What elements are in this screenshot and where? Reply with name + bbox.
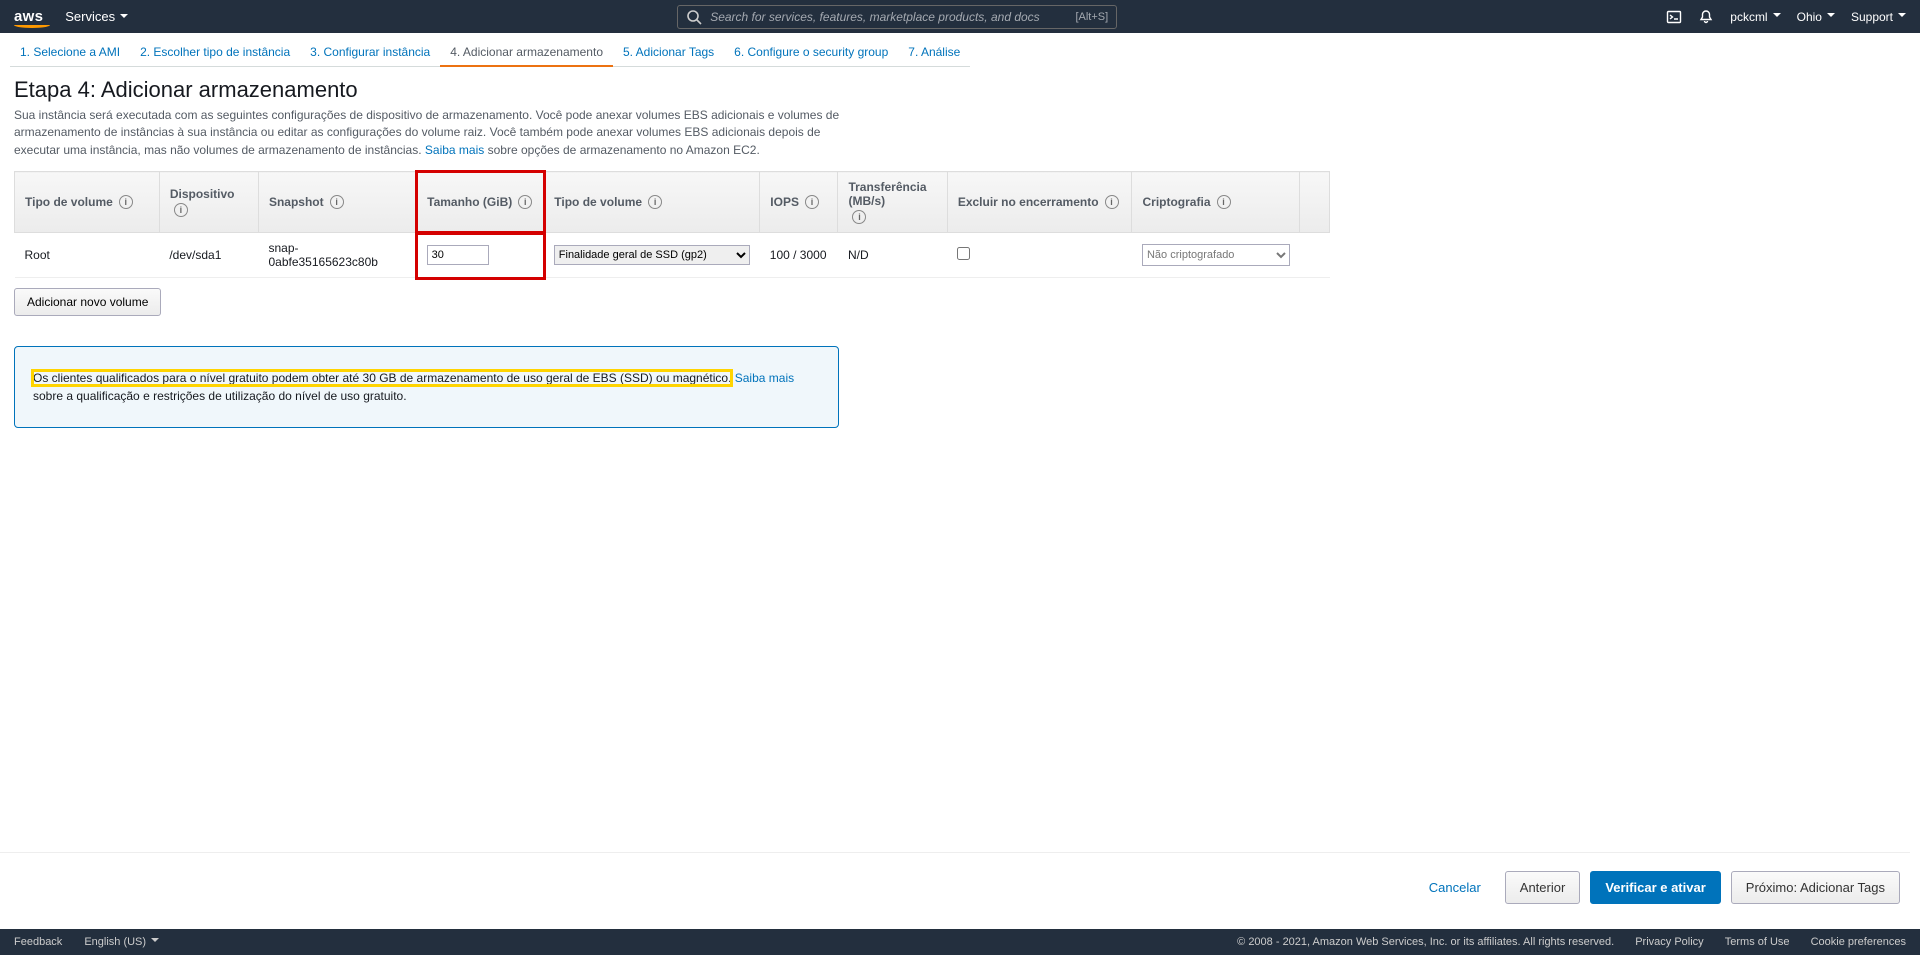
account-menu[interactable]: pckcml [1730,10,1780,24]
free-tier-notice: Os clientes qualificados para o nível gr… [14,346,839,428]
col-delete-on-term: Excluir no encerramento [958,195,1099,209]
cloudshell-icon[interactable] [1666,9,1682,25]
services-menu[interactable]: Services [65,9,128,24]
bottom-bar: Feedback English (US) © 2008 - 2021, Ama… [0,929,1920,955]
step-3[interactable]: 3. Configurar instância [300,39,440,67]
info-icon[interactable]: i [119,195,133,209]
info-icon[interactable]: i [805,195,819,209]
cookies-link[interactable]: Cookie preferences [1811,936,1906,948]
search-input[interactable] [710,10,1067,24]
col-throughput: Transferência (MB/s) [848,180,936,208]
language-menu[interactable]: English (US) [84,936,159,948]
wizard-footer: Cancelar Anterior Verificar e ativar Pró… [0,852,1910,922]
info-icon[interactable]: i [852,210,866,224]
notifications-icon[interactable] [1698,9,1714,25]
info-icon[interactable]: i [648,195,662,209]
copyright-text: © 2008 - 2021, Amazon Web Services, Inc.… [1237,936,1614,948]
volume-type-select[interactable]: Finalidade geral de SSD (gp2) [554,245,750,265]
global-search[interactable]: [Alt+S] [677,5,1117,29]
col-iops: IOPS [770,195,799,209]
terms-link[interactable]: Terms of Use [1725,936,1790,948]
step-2[interactable]: 2. Escolher tipo de instância [130,39,300,67]
storage-table: Tipo de volume i Dispositivo i Snapshot i T… [14,171,1330,278]
table-row: Root /dev/sda1 snap-0abfe35165623c80b Fi… [15,233,1330,278]
step-6[interactable]: 6. Configure o security group [724,39,898,67]
delete-on-termination-checkbox[interactable] [957,247,970,260]
info-icon[interactable]: i [1105,195,1119,209]
col-volume-type: Tipo de volume [25,195,113,209]
top-nav: aws Services [Alt+S] pckcml Ohio Support [0,0,1920,33]
cell-throughput: N/D [838,233,947,278]
info-icon[interactable]: i [1217,195,1231,209]
learn-more-link[interactable]: Saiba mais [425,143,484,157]
step-4[interactable]: 4. Adicionar armazenamento [440,39,613,67]
review-launch-button[interactable]: Verificar e ativar [1590,871,1720,904]
privacy-link[interactable]: Privacy Policy [1635,936,1703,948]
notice-rest: sobre a qualificação e restrições de uti… [33,389,407,403]
info-icon[interactable]: i [174,203,188,217]
col-encryption: Criptografia [1142,195,1210,209]
col-voltype2: Tipo de volume [554,195,642,209]
cancel-button[interactable]: Cancelar [1415,872,1495,903]
notice-highlight: Os clientes qualificados para o nível gr… [33,371,731,385]
step-5[interactable]: 5. Adicionar Tags [613,39,724,67]
add-volume-button[interactable]: Adicionar novo volume [14,288,161,316]
size-input[interactable] [427,245,489,265]
notice-learn-more-link[interactable]: Saiba mais [735,371,794,385]
info-icon[interactable]: i [518,195,532,209]
search-icon [686,9,702,25]
cell-snapshot: snap-0abfe35165623c80b [258,233,416,278]
page-title: Etapa 4: Adicionar armazenamento [14,77,1906,103]
wizard-steps: 1. Selecione a AMI 2. Escolher tipo de i… [0,33,1920,67]
step-1[interactable]: 1. Selecione a AMI [10,39,130,67]
cell-device: /dev/sda1 [159,233,258,278]
cell-volume-type: Root [15,233,160,278]
aws-logo[interactable]: aws [14,8,43,25]
region-menu[interactable]: Ohio [1797,10,1835,24]
col-snapshot: Snapshot [269,195,324,209]
col-size: Tamanho (GiB) [427,195,512,209]
cell-iops: 100 / 3000 [760,233,838,278]
page-description: Sua instância será executada com as segu… [14,107,844,159]
search-shortcut-hint: [Alt+S] [1075,11,1108,23]
previous-button[interactable]: Anterior [1505,871,1581,904]
step-7[interactable]: 7. Análise [898,39,970,67]
support-menu[interactable]: Support [1851,10,1906,24]
col-device: Dispositivo [170,187,235,201]
info-icon[interactable]: i [330,195,344,209]
feedback-link[interactable]: Feedback [14,936,62,948]
next-button[interactable]: Próximo: Adicionar Tags [1731,871,1900,904]
encryption-select[interactable]: Não criptografado [1142,244,1290,266]
